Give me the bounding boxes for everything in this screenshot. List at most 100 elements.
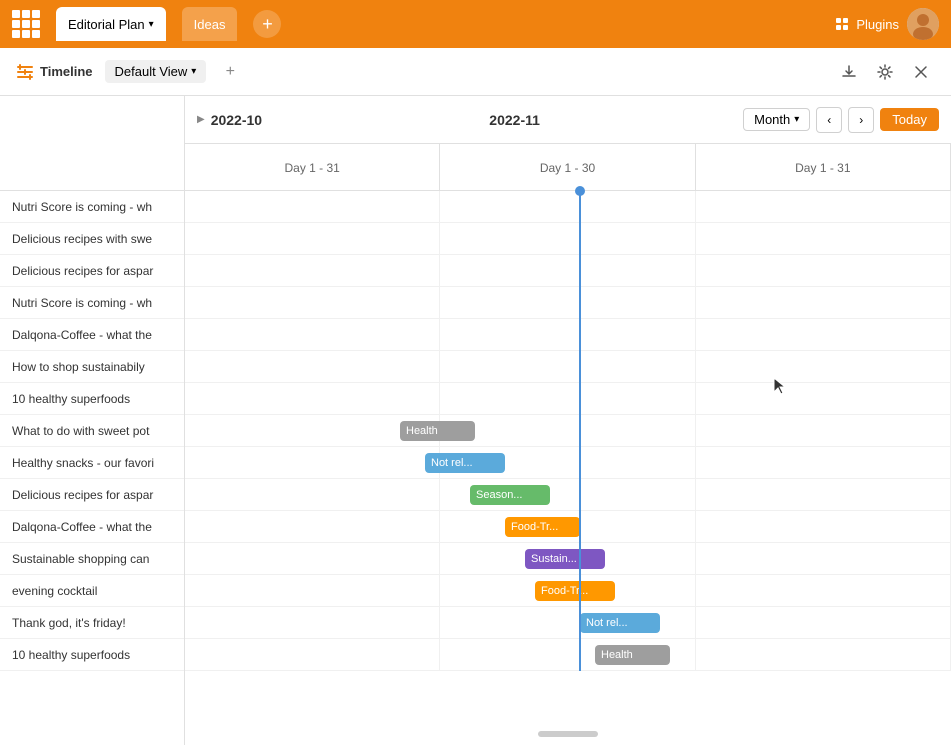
row-label-item: Delicious recipes with swe: [0, 223, 184, 255]
row-label-item: Dalqona-Coffee - what the: [0, 319, 184, 351]
row-label-item: Nutri Score is coming - wh: [0, 287, 184, 319]
close-button[interactable]: [907, 58, 935, 86]
grid-cell: [696, 575, 951, 606]
row-labels: Nutri Score is coming - whDelicious reci…: [0, 96, 185, 745]
grid-cell: [440, 383, 695, 414]
prev-button[interactable]: ‹: [816, 107, 842, 133]
grid-cell: [185, 607, 440, 638]
avatar-icon: [907, 8, 939, 40]
grid-cell: [185, 255, 440, 286]
top-bar-left: Editorial Plan ▾ Ideas +: [12, 7, 281, 41]
top-bar-right: Plugins: [836, 8, 939, 40]
table-row: [185, 223, 951, 255]
close-icon: [914, 65, 928, 79]
row-label-list: Nutri Score is coming - whDelicious reci…: [0, 191, 184, 671]
tab-dropdown-icon: ▾: [149, 19, 154, 30]
add-tab-button[interactable]: +: [253, 10, 281, 38]
download-icon: [841, 64, 857, 80]
timeline-bar[interactable]: Not rel...: [580, 613, 660, 633]
timeline-bar[interactable]: Sustain...: [525, 549, 605, 569]
timeline-bar[interactable]: Food-Tr...: [535, 581, 615, 601]
row-label-item: Sustainable shopping can: [0, 543, 184, 575]
row-label-item: Dalqona-Coffee - what the: [0, 511, 184, 543]
download-button[interactable]: [835, 58, 863, 86]
today-button[interactable]: Today: [880, 108, 939, 131]
plugins-grid-icon: [836, 18, 848, 30]
timeline-label: Timeline: [16, 63, 93, 81]
row-label-item: Nutri Score is coming - wh: [0, 191, 184, 223]
settings-button[interactable]: [871, 58, 899, 86]
grid-cell: [440, 287, 695, 318]
view-selector[interactable]: Default View ▾: [105, 60, 207, 83]
tab-label: Ideas: [194, 17, 226, 32]
table-row: [185, 607, 951, 639]
add-view-button[interactable]: +: [218, 60, 242, 84]
timeline-bar[interactable]: Health: [595, 645, 670, 665]
table-row: [185, 383, 951, 415]
row-label-item: 10 healthy superfoods: [0, 383, 184, 415]
month-2022-10: 2022-10: [211, 112, 262, 128]
grid-cell: [440, 223, 695, 254]
row-label-item: Thank god, it's friday!: [0, 607, 184, 639]
sub-header-right: [835, 58, 935, 86]
grid-cell: [696, 319, 951, 350]
day-range-oct: Day 1 - 31: [185, 144, 440, 191]
day-range-row: Day 1 - 31 Day 1 - 30 Day 1 - 31: [185, 144, 951, 191]
grid-cell: [185, 223, 440, 254]
timeline-bar[interactable]: Season...: [470, 485, 550, 505]
timeline-bar[interactable]: Health: [400, 421, 475, 441]
plugins-label[interactable]: Plugins: [856, 17, 899, 32]
table-row: [185, 255, 951, 287]
grid-cell: [696, 639, 951, 670]
grid-cell: [696, 607, 951, 638]
collapse-icon: ▶: [197, 114, 205, 125]
grid-cell: [440, 415, 695, 446]
user-avatar[interactable]: [907, 8, 939, 40]
grid-cell: [185, 351, 440, 382]
grid-cell: [185, 479, 440, 510]
day-range-dec: Day 1 - 31: [696, 144, 951, 191]
row-label-item: Delicious recipes for aspar: [0, 255, 184, 287]
settings-icon: [877, 64, 893, 80]
month-nav-controls: Month ▾ ‹ › Today: [743, 107, 939, 133]
grid-cell: [185, 319, 440, 350]
table-row: [185, 191, 951, 223]
row-label-item: Healthy snacks - our favori: [0, 447, 184, 479]
grid-cell: [185, 287, 440, 318]
grid-cell: [696, 351, 951, 382]
timeline-header: ▶ 2022-10 2022-11 Month ▾ ‹ ›: [185, 96, 951, 191]
grid-cell: [696, 255, 951, 286]
main-content: Nutri Score is coming - whDelicious reci…: [0, 96, 951, 745]
tab-label: Editorial Plan: [68, 17, 145, 32]
grid-cell: [696, 543, 951, 574]
grid-cell: [696, 511, 951, 542]
table-row: [185, 351, 951, 383]
table-row: [185, 639, 951, 671]
timeline-bar[interactable]: Food-Tr...: [505, 517, 580, 537]
grid-cell: [696, 383, 951, 414]
next-button[interactable]: ›: [848, 107, 874, 133]
table-row: [185, 415, 951, 447]
row-label-header: [0, 96, 184, 191]
grid-cell: [440, 319, 695, 350]
tab-editorial-plan[interactable]: Editorial Plan ▾: [56, 7, 166, 41]
table-row: [185, 287, 951, 319]
grid-cell: [185, 543, 440, 574]
month-labels: ▶ 2022-10 2022-11: [197, 112, 737, 128]
row-label-item: evening cocktail: [0, 575, 184, 607]
grid-icon[interactable]: [12, 10, 40, 38]
view-dropdown-icon: ▾: [191, 66, 196, 77]
tab-ideas[interactable]: Ideas: [182, 7, 238, 41]
month-2022-11: 2022-11: [292, 112, 737, 128]
grid-cell: [696, 415, 951, 446]
grid-cell: [440, 351, 695, 382]
row-label-item: What to do with sweet pot: [0, 415, 184, 447]
row-label-item: How to shop sustainabily: [0, 351, 184, 383]
timeline-bar[interactable]: Not rel...: [425, 453, 505, 473]
top-bar: Editorial Plan ▾ Ideas + Plugins: [0, 0, 951, 48]
grid-cell: [696, 479, 951, 510]
timeline-text: Timeline: [40, 64, 93, 79]
day-range-nov: Day 1 - 30: [440, 144, 695, 191]
scrollbar-hint[interactable]: [538, 731, 598, 737]
month-dropdown-button[interactable]: Month ▾: [743, 108, 810, 131]
